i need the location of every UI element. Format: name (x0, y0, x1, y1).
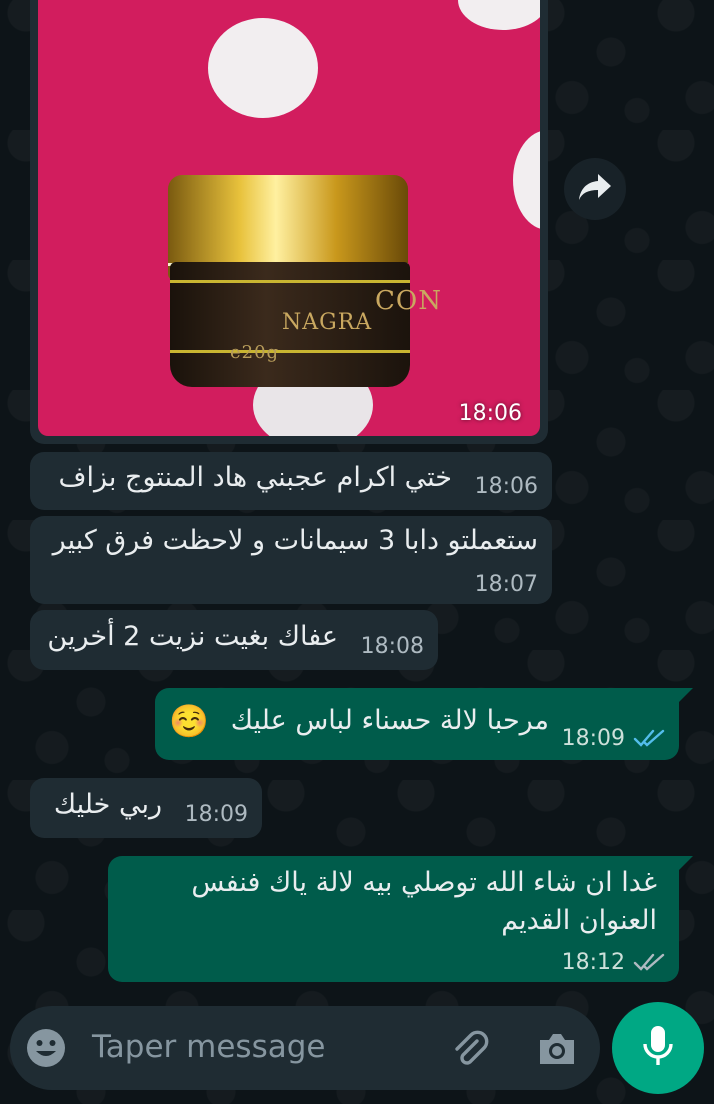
jar-partial-text: CON (375, 286, 442, 316)
bubble-tail (679, 688, 693, 702)
forward-icon (578, 172, 612, 206)
message-text-line1: غدا ان شاء الله توصلي بيه لالة ياك فنفس (191, 867, 657, 898)
message-text-line2: العنوان القديم (501, 905, 657, 936)
jar-brand-text: NAGRA (282, 310, 373, 335)
product-photo[interactable]: NAGRA CON e20g 18:06 (38, 0, 540, 436)
message-time: 18:09 (561, 726, 625, 751)
message-input[interactable]: Taper message (92, 1029, 325, 1065)
bubble-tail (679, 856, 693, 870)
forward-button[interactable] (564, 158, 626, 220)
message-composer[interactable]: Taper message (10, 1006, 600, 1090)
delivered-ticks-icon (633, 952, 667, 976)
outgoing-message-bubble[interactable]: مرحبا لالة حسناء لباس عليك ☺️ 18:09 (155, 688, 679, 760)
incoming-message-bubble[interactable]: ستعملتو دابا 3 سيمانات و لاحظت فرق كبير … (30, 516, 552, 604)
message-time: 18:09 (184, 802, 248, 827)
message-time: 18:08 (360, 634, 424, 659)
outgoing-message-bubble[interactable]: غدا ان شاء الله توصلي بيه لالة ياك فنفس … (108, 856, 679, 982)
message-text: عفاك بغيت نزيت 2 أخرين (47, 621, 338, 652)
read-ticks-icon (633, 728, 667, 752)
camera-icon[interactable] (534, 1026, 580, 1072)
incoming-message-bubble[interactable]: ختي اكرام عجبني هاد المنتوج بزاف 18:06 (30, 452, 552, 510)
incoming-message-bubble[interactable]: عفاك بغيت نزيت 2 أخرين 18:08 (30, 610, 438, 670)
smiling-emoji: ☺️ (169, 702, 209, 740)
image-message-time: 18:06 (458, 401, 522, 426)
emoji-icon[interactable] (24, 1026, 68, 1070)
message-text: ستعملتو دابا 3 سيمانات و لاحظت فرق كبير (52, 525, 538, 556)
message-text: مرحبا لالة حسناء لباس عليك (230, 705, 549, 736)
message-time: 18:07 (474, 572, 538, 597)
message-text: ختي اكرام عجبني هاد المنتوج بزاف (58, 462, 452, 493)
message-time: 18:12 (561, 950, 625, 975)
message-time: 18:06 (474, 474, 538, 499)
message-text: ربي خليك (53, 789, 162, 820)
image-message-bubble[interactable]: NAGRA CON e20g 18:06 (30, 0, 548, 444)
paperclip-icon[interactable] (446, 1026, 492, 1072)
voice-record-button[interactable] (612, 1002, 704, 1094)
jar-weight-text: e20g (230, 342, 280, 363)
mic-icon (641, 1024, 675, 1072)
jar-body: NAGRA CON e20g (170, 262, 441, 387)
incoming-message-bubble[interactable]: ربي خليك 18:09 (30, 778, 262, 838)
